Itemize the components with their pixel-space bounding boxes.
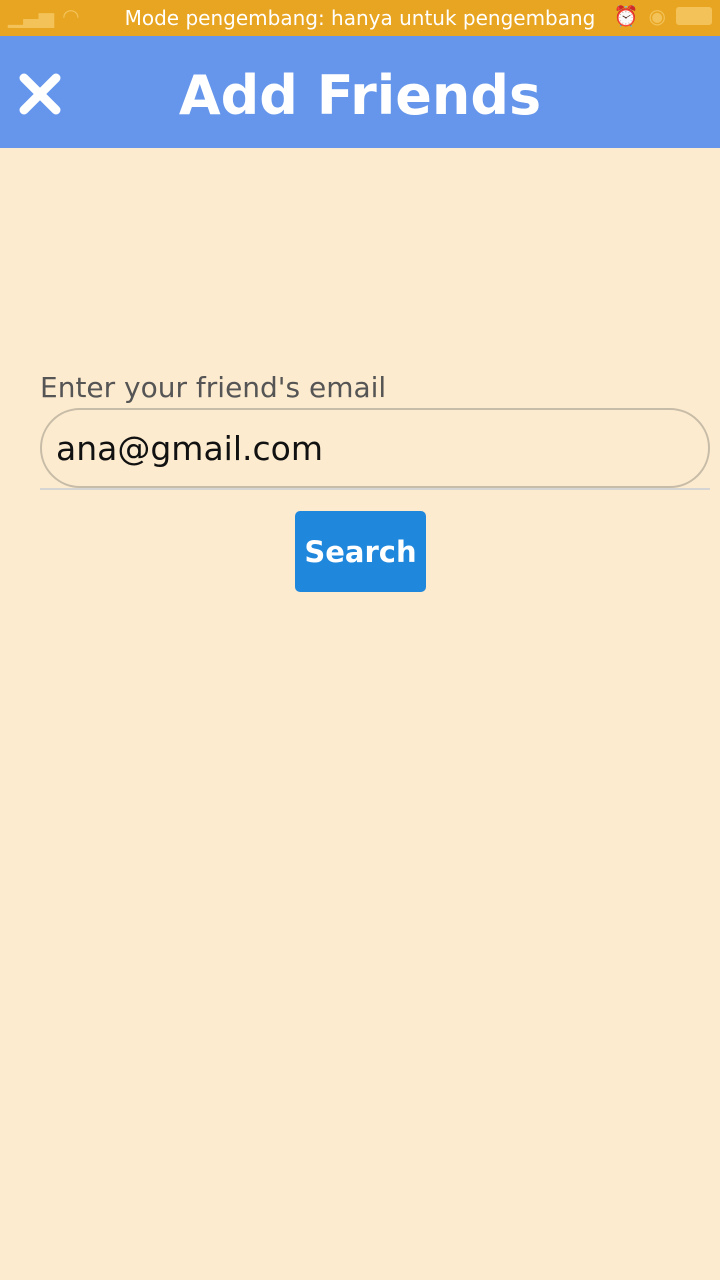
add-friend-form: Enter your friend's email (40, 370, 710, 490)
search-button[interactable]: Search (295, 511, 426, 592)
alarm-icon: ⏰ (613, 4, 639, 28)
battery-icon (676, 7, 712, 25)
email-field-underline (40, 488, 710, 490)
app-bar: Add Friends (0, 36, 720, 148)
page-title: Add Friends (178, 64, 542, 127)
email-field[interactable] (40, 408, 710, 488)
status-icons-right: ⏰ ◉ (614, 4, 712, 28)
eye-icon: ◉ (648, 4, 666, 28)
email-field-label: Enter your friend's email (40, 371, 387, 404)
status-bar: ▁▃▅ ◠ Mode pengembang: hanya untuk penge… (0, 0, 720, 36)
developer-mode-notice: Mode pengembang: hanya untuk pengembang (124, 6, 596, 30)
